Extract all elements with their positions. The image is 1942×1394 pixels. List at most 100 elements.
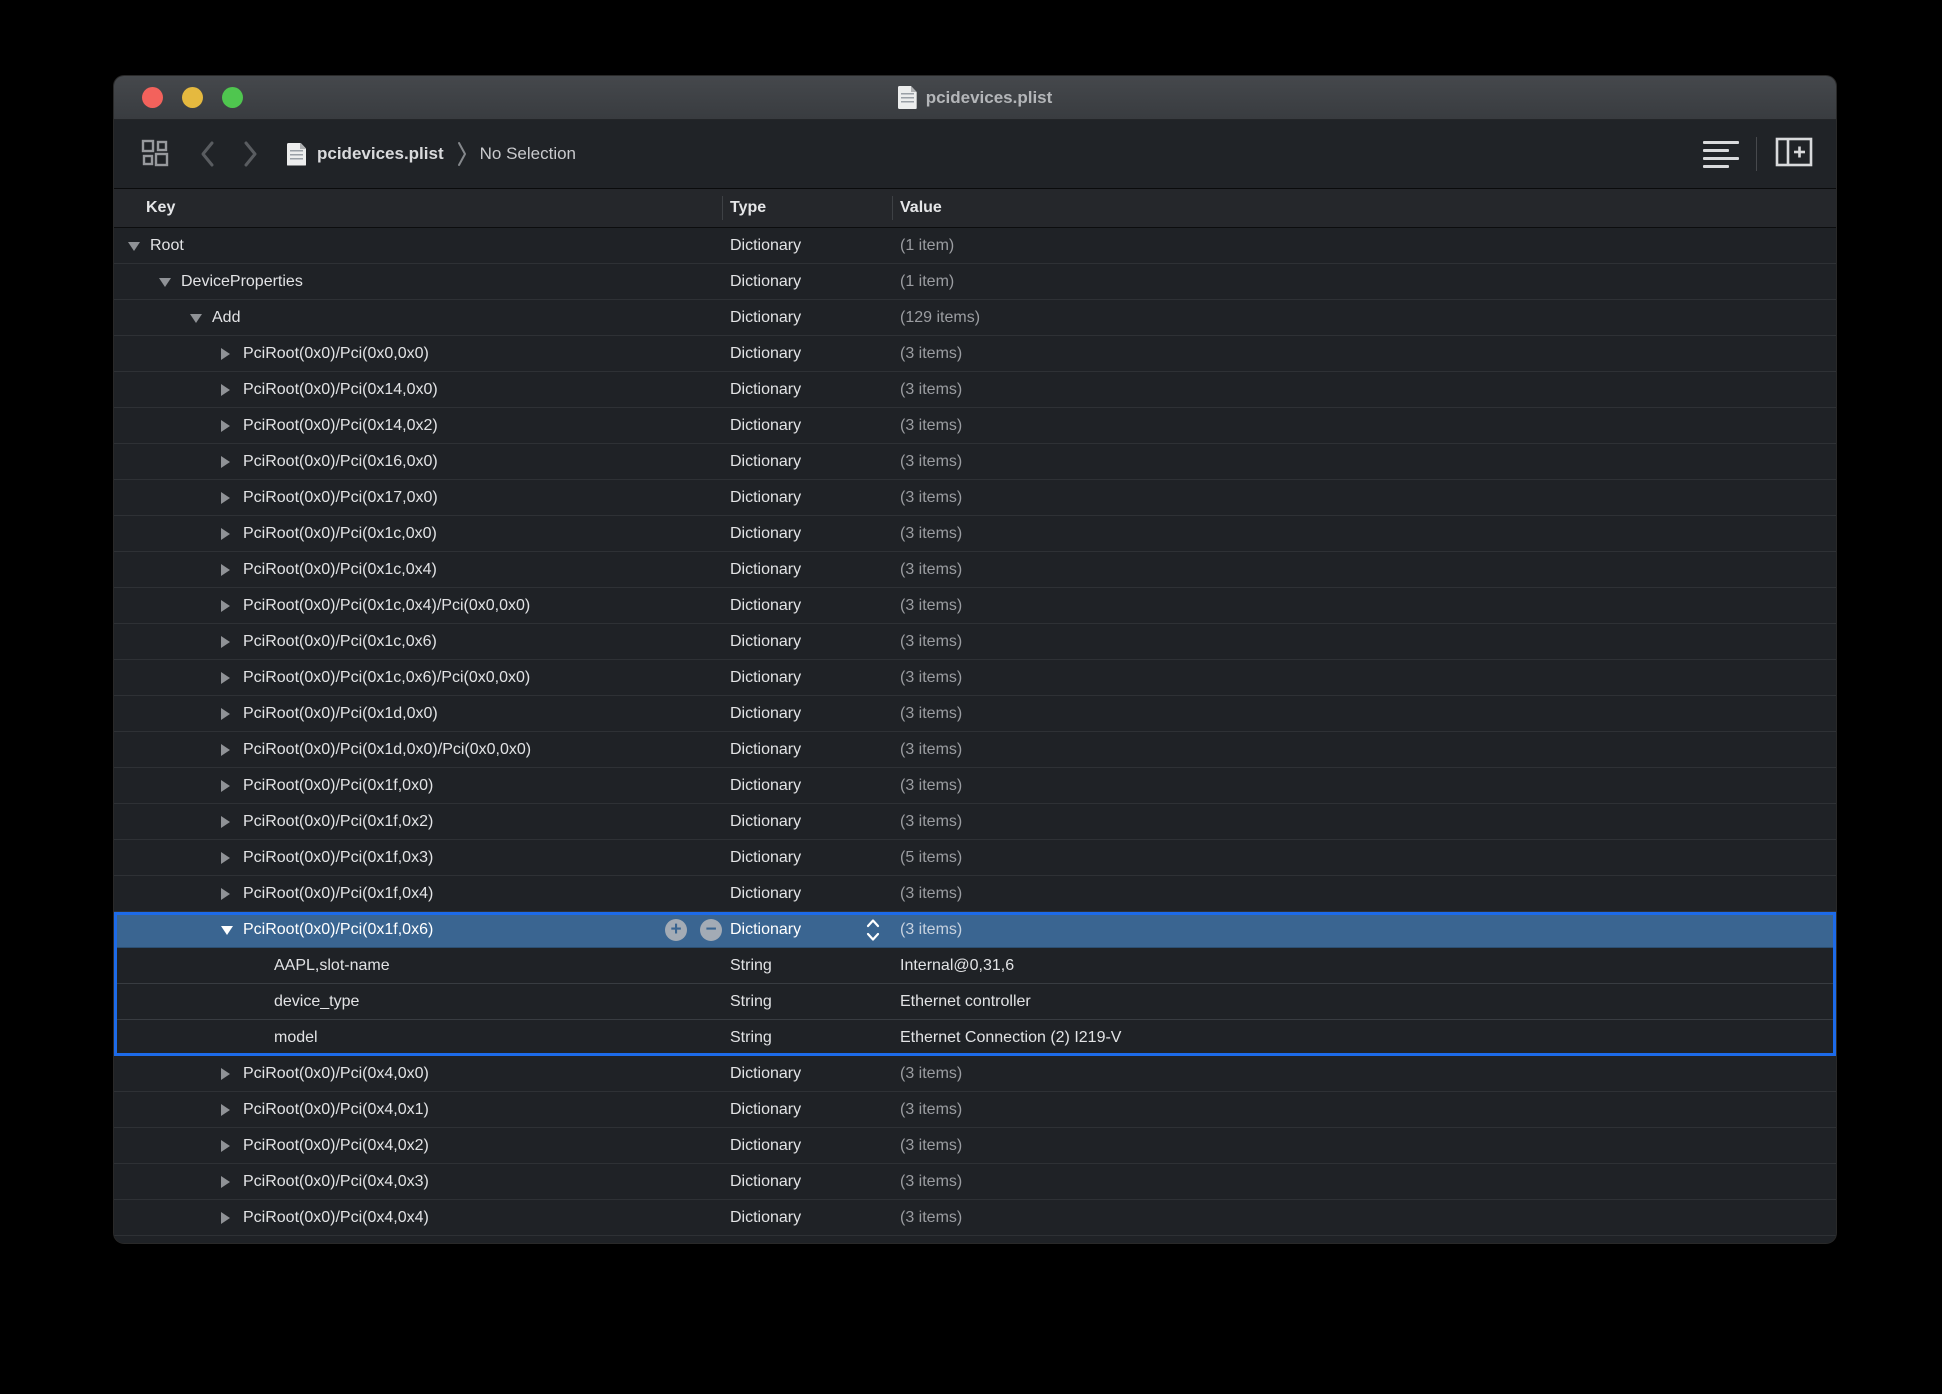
disclosure-collapsed-icon[interactable] xyxy=(221,384,230,396)
remove-row-button[interactable]: − xyxy=(700,919,722,941)
table-row[interactable]: PciRoot(0x0)/Pci(0x4,0x1)Dictionary(3 it… xyxy=(114,1092,1836,1128)
disclosure-collapsed-icon[interactable] xyxy=(221,636,230,648)
table-row[interactable]: PciRoot(0x0)/Pci(0x4,0x3)Dictionary(3 it… xyxy=(114,1164,1836,1200)
table-row[interactable]: PciRoot(0x0)/Pci(0x1c,0x6)/Pci(0x0,0x0) D… xyxy=(114,660,1836,696)
column-header-type[interactable]: Type xyxy=(730,199,766,217)
column-header-key[interactable]: Key xyxy=(146,199,175,217)
table-row[interactable]: PciRoot(0x0)/Pci(0x1f,0x3)Dictionary(5 i… xyxy=(114,840,1836,876)
row-value: (5 items) xyxy=(900,849,962,867)
disclosure-collapsed-icon[interactable] xyxy=(221,672,230,684)
row-value: (3 items) xyxy=(900,417,962,435)
close-button[interactable] xyxy=(142,87,163,108)
disclosure-collapsed-icon[interactable] xyxy=(221,816,230,828)
table-row[interactable]: PciRoot(0x0)/Pci(0x1f,0x2)Dictionary(3 i… xyxy=(114,804,1836,840)
breadcrumb-selection[interactable]: No Selection xyxy=(480,144,576,164)
table-row[interactable]: PciRoot(0x0)/Pci(0x4,0x5)Dictionary(3 it… xyxy=(114,1236,1836,1243)
row-type: Dictionary xyxy=(730,1209,801,1227)
row-key: PciRoot(0x0)/Pci(0x1c,0x0) xyxy=(243,525,437,543)
disclosure-expanded-icon[interactable] xyxy=(221,926,233,935)
forward-chevron-icon[interactable] xyxy=(242,140,259,168)
editor-list-icon[interactable] xyxy=(1703,141,1739,168)
plist-file-icon xyxy=(287,143,306,166)
table-row[interactable]: DevicePropertiesDictionary(1 item) xyxy=(114,264,1836,300)
table-row[interactable]: PciRoot(0x0)/Pci(0x1d,0x0)Dictionary(3 i… xyxy=(114,696,1836,732)
row-value: (3 items) xyxy=(900,1065,962,1083)
disclosure-collapsed-icon[interactable] xyxy=(221,528,230,540)
disclosure-collapsed-icon[interactable] xyxy=(221,708,230,720)
table-row[interactable]: PciRoot(0x0)/Pci(0x1c,0x4)Dictionary(3 i… xyxy=(114,552,1836,588)
table-row[interactable]: PciRoot(0x0)/Pci(0x4,0x4)Dictionary(3 it… xyxy=(114,1200,1836,1236)
disclosure-collapsed-icon[interactable] xyxy=(221,600,230,612)
zoom-button[interactable] xyxy=(222,87,243,108)
table-row[interactable]: PciRoot(0x0)/Pci(0x1c,0x4)/Pci(0x0,0x0)D… xyxy=(114,588,1836,624)
type-stepper-icon[interactable] xyxy=(866,917,880,943)
table-row[interactable]: device_typeStringEthernet controller xyxy=(114,984,1836,1020)
disclosure-collapsed-icon[interactable] xyxy=(221,1068,230,1080)
related-items-icon[interactable] xyxy=(141,139,171,169)
disclosure-collapsed-icon[interactable] xyxy=(221,888,230,900)
table-row[interactable]: PciRoot(0x0)/Pci(0x16,0x0)Dictionary(3 i… xyxy=(114,444,1836,480)
add-editor-icon[interactable] xyxy=(1774,136,1814,173)
row-value: (1 item) xyxy=(900,273,954,291)
table-row[interactable]: PciRoot(0x0)/Pci(0x1c,0x6)Dictionary(3 i… xyxy=(114,624,1836,660)
row-key: PciRoot(0x0)/Pci(0x14,0x2) xyxy=(243,417,438,435)
breadcrumb-file[interactable]: pcidevices.plist xyxy=(317,144,444,164)
table-row[interactable]: PciRoot(0x0)/Pci(0x0,0x0)Dictionary(3 it… xyxy=(114,336,1836,372)
disclosure-collapsed-icon[interactable] xyxy=(221,456,230,468)
minimize-button[interactable] xyxy=(182,87,203,108)
disclosure-collapsed-icon[interactable] xyxy=(221,564,230,576)
table-row[interactable]: PciRoot(0x0)/Pci(0x1f,0x0)Dictionary(3 i… xyxy=(114,768,1836,804)
row-type: Dictionary xyxy=(730,1137,801,1155)
table-row[interactable]: PciRoot(0x0)/Pci(0x1f,0x6)+−Dictionary(3… xyxy=(114,912,1836,948)
disclosure-collapsed-icon[interactable] xyxy=(221,1140,230,1152)
row-value: Ethernet controller xyxy=(900,993,1031,1011)
row-value: (3 items) xyxy=(900,1209,962,1227)
table-row[interactable]: RootDictionary(1 item) xyxy=(114,228,1836,264)
table-row[interactable]: modelStringEthernet Connection (2) I219-… xyxy=(114,1020,1836,1056)
window-title-group: pcidevices.plist xyxy=(898,86,1053,109)
table-row[interactable]: PciRoot(0x0)/Pci(0x1d,0x0)/Pci(0x0,0x0)D… xyxy=(114,732,1836,768)
row-value: (3 items) xyxy=(900,1101,962,1119)
table-row[interactable]: AAPL,slot-nameStringInternal@0,31,6 xyxy=(114,948,1836,984)
title-bar[interactable]: pcidevices.plist xyxy=(114,76,1836,120)
table-row[interactable]: PciRoot(0x0)/Pci(0x17,0x0)Dictionary(3 i… xyxy=(114,480,1836,516)
row-type: Dictionary xyxy=(730,489,801,507)
disclosure-collapsed-icon[interactable] xyxy=(221,852,230,864)
disclosure-collapsed-icon[interactable] xyxy=(221,420,230,432)
disclosure-expanded-icon[interactable] xyxy=(128,242,140,251)
disclosure-collapsed-icon[interactable] xyxy=(221,1212,230,1224)
disclosure-collapsed-icon[interactable] xyxy=(221,348,230,360)
table-row[interactable]: PciRoot(0x0)/Pci(0x4,0x0)Dictionary(3 it… xyxy=(114,1056,1836,1092)
row-value: (3 items) xyxy=(900,1173,962,1191)
row-type: Dictionary xyxy=(730,921,801,939)
disclosure-collapsed-icon[interactable] xyxy=(221,744,230,756)
back-chevron-icon[interactable] xyxy=(199,140,216,168)
table-row[interactable]: PciRoot(0x0)/Pci(0x1f,0x4)Dictionary(3 i… xyxy=(114,876,1836,912)
disclosure-collapsed-icon[interactable] xyxy=(221,492,230,504)
table-row[interactable]: PciRoot(0x0)/Pci(0x14,0x0)Dictionary(3 i… xyxy=(114,372,1836,408)
row-value: (3 items) xyxy=(900,453,962,471)
row-value: (3 items) xyxy=(900,705,962,723)
disclosure-expanded-icon[interactable] xyxy=(159,278,171,287)
row-value: (3 items) xyxy=(900,381,962,399)
row-key: PciRoot(0x0)/Pci(0x1c,0x4) xyxy=(243,561,437,579)
disclosure-expanded-icon[interactable] xyxy=(190,314,202,323)
disclosure-collapsed-icon[interactable] xyxy=(221,780,230,792)
table-row[interactable]: PciRoot(0x0)/Pci(0x1c,0x0)Dictionary(3 i… xyxy=(114,516,1836,552)
row-type: Dictionary xyxy=(730,597,801,615)
table-row[interactable]: AddDictionary(129 items) xyxy=(114,300,1836,336)
column-divider[interactable] xyxy=(722,196,723,220)
disclosure-collapsed-icon[interactable] xyxy=(221,1104,230,1116)
row-type: Dictionary xyxy=(730,669,801,687)
row-key: PciRoot(0x0)/Pci(0x1c,0x6)/Pci(0x0,0x0) xyxy=(243,669,530,687)
row-value: (3 items) xyxy=(900,669,962,687)
table-row[interactable]: PciRoot(0x0)/Pci(0x14,0x2)Dictionary(3 i… xyxy=(114,408,1836,444)
jump-bar: pcidevices.plist No Selection xyxy=(114,120,1836,189)
table-row[interactable]: PciRoot(0x0)/Pci(0x4,0x2)Dictionary(3 it… xyxy=(114,1128,1836,1164)
column-header-value[interactable]: Value xyxy=(900,199,942,217)
disclosure-collapsed-icon[interactable] xyxy=(221,1176,230,1188)
breadcrumb-separator-icon xyxy=(456,141,468,167)
add-row-button[interactable]: + xyxy=(665,919,687,941)
column-divider[interactable] xyxy=(892,196,893,220)
row-key: PciRoot(0x0)/Pci(0x17,0x0) xyxy=(243,489,438,507)
